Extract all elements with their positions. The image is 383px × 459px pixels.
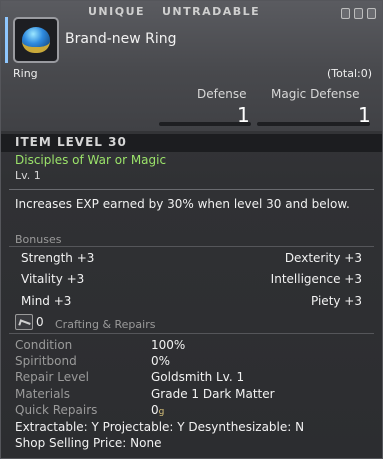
spiritbond-value: 0% <box>151 354 171 368</box>
accent-bar <box>5 17 8 63</box>
divider <box>9 189 374 190</box>
repair-level-value: Goldsmith Lv. 1 <box>151 370 245 384</box>
repair-icon <box>15 314 33 330</box>
quick-repairs-value: 0g <box>151 403 164 417</box>
materials-label: Materials <box>15 387 71 401</box>
ring-icon <box>13 17 59 63</box>
glamour-icon <box>341 8 350 19</box>
item-level: ITEM LEVEL 30 <box>15 135 127 149</box>
item-tooltip: UNIQUE UNTRADABLE Brand-new Ring Ring (T… <box>0 0 383 459</box>
ring-gem-graphic <box>22 27 50 53</box>
unique-flag: UNIQUE <box>88 5 146 18</box>
item-flags: UNIQUE UNTRADABLE <box>1 3 383 21</box>
bonus-vitality: Vitality +3 <box>21 272 85 286</box>
item-category: Ring <box>13 67 38 80</box>
dye-icon <box>354 8 363 19</box>
bonus-intelligence: Intelligence +3 <box>270 272 362 286</box>
gil-icon: g <box>158 407 165 417</box>
crafting-title: Crafting & Repairs <box>55 318 156 331</box>
header-icons <box>341 8 376 19</box>
condition-label: Condition <box>15 338 73 352</box>
materia-count: 0 <box>36 315 44 329</box>
class-restriction: Disciples of War or Magic <box>15 153 167 167</box>
divider <box>9 333 374 334</box>
item-total: (Total:0) <box>327 67 372 80</box>
quick-repairs-label: Quick Repairs <box>15 403 98 417</box>
bonus-strength: Strength +3 <box>21 251 95 265</box>
bonus-piety: Piety +3 <box>311 294 362 308</box>
bonuses-title: Bonuses <box>15 233 62 246</box>
repair-level-label: Repair Level <box>15 370 89 384</box>
magic-defense-label: Magic Defense <box>271 87 360 101</box>
materials-value: Grade 1 Dark Matter <box>151 387 275 401</box>
spiritbond-label: Spiritbond <box>15 354 77 368</box>
quick-repairs-number: 0 <box>151 403 159 417</box>
divider <box>9 246 374 247</box>
required-level: Lv. 1 <box>15 169 41 182</box>
extract-info: Extractable: Y Projectable: Y Desynthesi… <box>15 420 305 434</box>
magic-defense-bar <box>257 122 370 126</box>
condition-value: 100% <box>151 338 186 352</box>
sell-icon <box>367 8 376 19</box>
defense-bar <box>159 122 251 126</box>
item-name: Brand-new Ring <box>65 31 177 47</box>
defense-label: Defense <box>197 87 247 101</box>
item-description: Increases EXP earned by 30% when level 3… <box>15 197 350 211</box>
shop-price: Shop Selling Price: None <box>15 436 162 450</box>
untradable-flag: UNTRADABLE <box>162 5 261 18</box>
bonus-dexterity: Dexterity +3 <box>284 251 362 265</box>
bonus-mind: Mind +3 <box>21 294 72 308</box>
